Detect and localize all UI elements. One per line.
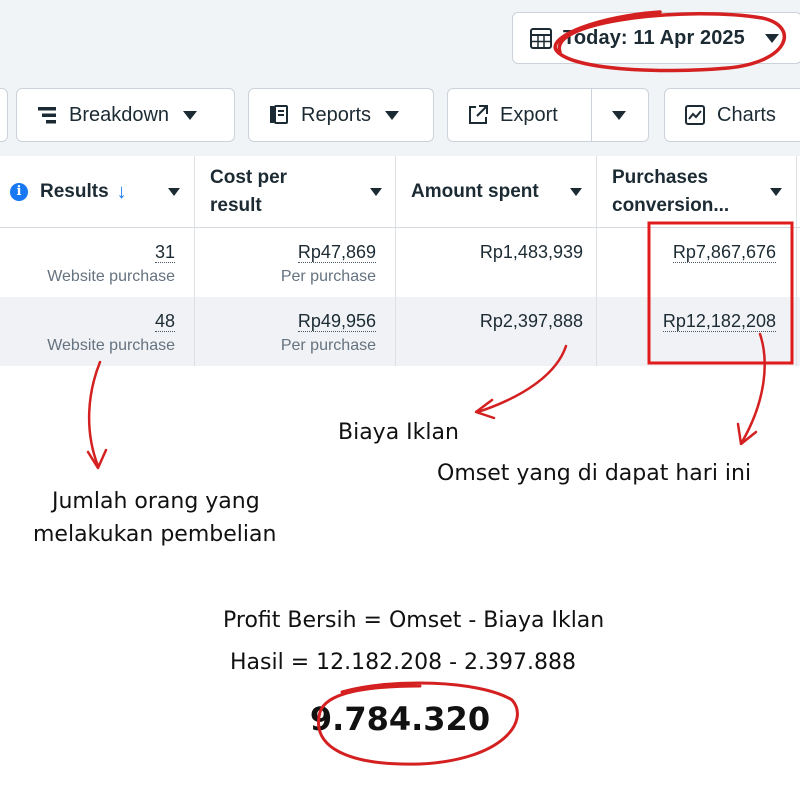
- export-button[interactable]: Export: [447, 88, 649, 142]
- date-range-picker[interactable]: Today: 11 Apr 2025: [512, 12, 800, 64]
- chevron-down-icon[interactable]: [770, 188, 782, 196]
- sort-descending-icon[interactable]: ↓: [117, 178, 127, 206]
- ad-cost-annotation: Biaya Iklan: [338, 420, 459, 445]
- breakdown-button[interactable]: Breakdown: [16, 88, 235, 142]
- purchases-conversion-value[interactable]: Rp7,867,676: [672, 242, 776, 263]
- table-row: 48 Website purchase Rp49,956 Per purchas…: [0, 297, 800, 366]
- column-header-cost-per-result[interactable]: Cost per result: [210, 156, 396, 228]
- column-header-label: Amount spent: [411, 181, 539, 202]
- table-header: i Results ↓ Cost per result Amount spent…: [0, 156, 800, 228]
- chevron-down-icon[interactable]: [168, 188, 180, 196]
- column-divider: [395, 156, 396, 366]
- date-range-label: Today: 11 Apr 2025: [563, 26, 745, 49]
- column-divider: [194, 156, 195, 366]
- breakdown-icon: [38, 107, 56, 124]
- line-chart-icon: [685, 105, 705, 125]
- reports-icon: [270, 105, 288, 124]
- chevron-down-icon[interactable]: [370, 188, 382, 196]
- amount-spent-value: Rp2,397,888: [479, 311, 583, 331]
- amount-spent-value: Rp1,483,939: [479, 242, 583, 262]
- chevron-down-icon: [764, 33, 779, 43]
- column-header-label: result: [210, 195, 262, 216]
- column-divider: [796, 156, 797, 366]
- cost-per-result-value[interactable]: Rp47,869: [297, 242, 376, 263]
- calendar-icon: [530, 28, 552, 49]
- buyers-arrow: [87, 360, 102, 468]
- purchases-conversion-value[interactable]: Rp12,182,208: [662, 311, 776, 332]
- charts-label: Charts: [717, 103, 776, 126]
- export-split-divider: [591, 89, 592, 141]
- table-row: 31 Website purchase Rp47,869 Per purchas…: [0, 228, 800, 297]
- results-value[interactable]: 48: [154, 311, 175, 332]
- results-value[interactable]: 31: [154, 242, 175, 263]
- profit-result: 9.784.320: [309, 700, 491, 738]
- column-header-label: Results: [40, 181, 109, 202]
- chevron-down-icon: [385, 110, 400, 120]
- breakdown-label: Breakdown: [69, 103, 170, 126]
- column-header-results[interactable]: i Results ↓: [10, 156, 194, 228]
- buyers-arrowhead: [86, 448, 108, 470]
- column-header-amount-spent[interactable]: Amount spent: [411, 156, 596, 228]
- column-divider: [596, 156, 597, 366]
- profit-formula: Profit Bersih = Omset - Biaya Iklan: [223, 608, 605, 633]
- export-icon: [469, 105, 488, 124]
- cost-per-result-type: Per purchase: [280, 337, 376, 354]
- results-type: Website purchase: [47, 337, 175, 354]
- reports-button[interactable]: Reports: [248, 88, 434, 142]
- revenue-arrowhead: [736, 422, 758, 446]
- chevron-down-icon[interactable]: [611, 110, 626, 120]
- profit-calculation: Hasil = 12.182.208 - 2.397.888: [230, 650, 576, 675]
- charts-button[interactable]: Charts: [664, 88, 800, 142]
- ads-table: i Results ↓ Cost per result Amount spent…: [0, 156, 800, 366]
- revenue-annotation: Omset yang di dapat hari ini: [437, 461, 752, 486]
- buyers-annotation-line2: melakukan pembelian: [33, 522, 277, 547]
- column-header-label: conversion...: [612, 195, 730, 216]
- toolbar-left-edge-button[interactable]: [0, 88, 8, 142]
- info-icon[interactable]: i: [10, 183, 28, 201]
- reports-label: Reports: [301, 103, 372, 126]
- ad-cost-arrowhead: [474, 398, 496, 420]
- buyers-annotation-line1: Jumlah orang yang: [52, 489, 260, 514]
- cost-per-result-type: Per purchase: [280, 268, 376, 285]
- column-header-purchases-conversion[interactable]: Purchases conversion...: [612, 156, 800, 228]
- column-header-label: Cost per: [210, 167, 288, 188]
- toolbar: Breakdown Reports Export Charts: [0, 78, 800, 156]
- results-type: Website purchase: [47, 268, 175, 285]
- cost-per-result-value[interactable]: Rp49,956: [297, 311, 376, 332]
- top-bar: Today: 11 Apr 2025: [0, 0, 800, 78]
- chevron-down-icon[interactable]: [570, 188, 582, 196]
- column-header-label: Purchases: [612, 167, 709, 188]
- chevron-down-icon: [183, 110, 198, 120]
- export-label: Export: [500, 103, 558, 126]
